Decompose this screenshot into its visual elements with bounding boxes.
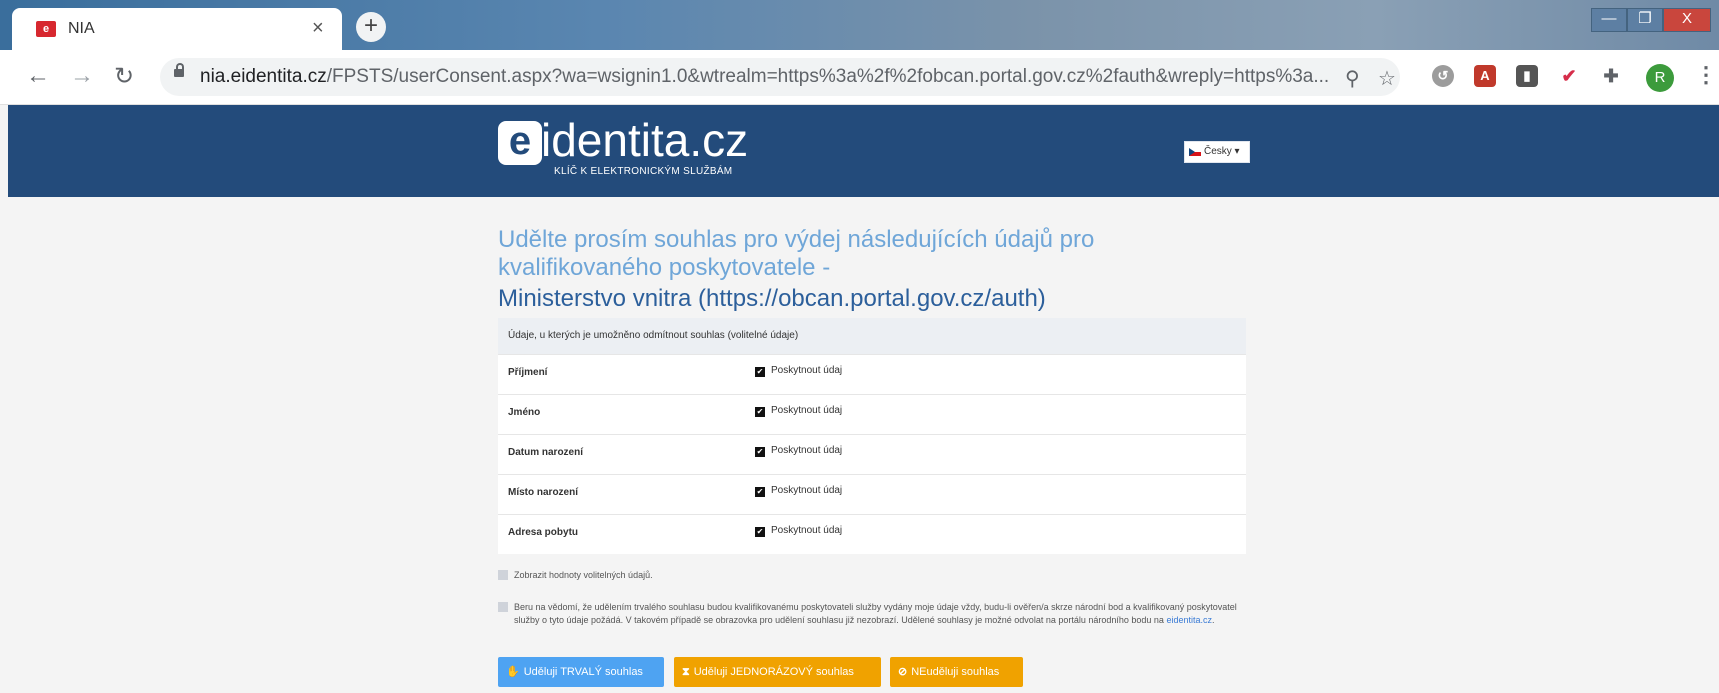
- permanent-consent-checkbox[interactable]: [498, 602, 508, 612]
- consent-note: Beru na vědomí, že udělením trvalého sou…: [514, 601, 1246, 627]
- consent-text: Beru na vědomí, že udělením trvalého sou…: [514, 602, 1237, 625]
- single-consent-label: Uděluji JEDNORÁZOVÝ souhlas: [693, 666, 854, 678]
- table-row: Adresa pobytu ✔ Poskytnout údaj: [498, 514, 1246, 554]
- browser-toolbar: ← → ↻ nia.eidentita.cz/FPSTS/userConsent…: [0, 50, 1719, 105]
- row-label: Datum narození: [508, 447, 584, 458]
- browser-tab-strip: e NIA × + — ❐ X: [0, 0, 1719, 50]
- table-header: Údaje, u kterých je umožněno odmítnout s…: [498, 318, 1246, 354]
- address-bar[interactable]: nia.eidentita.cz/FPSTS/userConsent.aspx?…: [160, 58, 1400, 96]
- pdf-extension-icon[interactable]: A: [1474, 65, 1496, 87]
- consent-end: .: [1211, 615, 1215, 625]
- minimize-button[interactable]: —: [1591, 8, 1627, 32]
- permanent-consent-label: Uděluji TRVALÝ souhlas: [523, 666, 643, 678]
- back-icon[interactable]: ←: [26, 62, 50, 90]
- handshake-icon: ✋: [506, 666, 520, 678]
- extension-panel-icon[interactable]: ▮: [1516, 65, 1538, 87]
- row-label: Místo narození: [508, 487, 579, 498]
- permanent-consent-button[interactable]: ✋ Uděluji TRVALÝ souhlas: [498, 657, 664, 687]
- table-row: Příjmení ✔ Poskytnout údaj: [498, 354, 1246, 394]
- optional-data-table: Údaje, u kterých je umožněno odmítnout s…: [498, 318, 1246, 554]
- language-label: Česky ▾: [1204, 146, 1240, 157]
- maximize-button[interactable]: ❐: [1627, 8, 1663, 32]
- row-label: Jméno: [508, 407, 541, 418]
- provide-checkbox[interactable]: ✔: [755, 447, 765, 457]
- profile-avatar[interactable]: R: [1646, 64, 1674, 92]
- url-text[interactable]: nia.eidentita.cz/FPSTS/userConsent.aspx?…: [200, 66, 1329, 88]
- browser-tab[interactable]: e NIA ×: [12, 8, 342, 50]
- window-close-button[interactable]: X: [1663, 8, 1711, 32]
- checkbox-label: Poskytnout údaj: [771, 405, 843, 416]
- provide-checkbox[interactable]: ✔: [755, 487, 765, 497]
- checkbox-label: Poskytnout údaj: [771, 525, 843, 536]
- forward-icon[interactable]: →: [70, 62, 94, 90]
- extensions-puzzle-icon[interactable]: ✚: [1600, 65, 1622, 87]
- pocket-extension-icon[interactable]: ✔: [1558, 65, 1580, 87]
- show-values-label: Zobrazit hodnoty volitelných údajů.: [514, 570, 653, 580]
- table-row: Jméno ✔ Poskytnout údaj: [498, 394, 1246, 434]
- tab-close-icon[interactable]: ×: [312, 17, 324, 40]
- checkbox-label: Poskytnout údaj: [771, 485, 843, 496]
- czech-flag-icon: [1189, 148, 1201, 156]
- reload-icon[interactable]: ↻: [114, 62, 134, 91]
- consent-heading: Udělte prosím souhlas pro výdej následuj…: [498, 226, 1095, 281]
- language-dropdown[interactable]: Česky ▾: [1184, 141, 1250, 163]
- bookmark-star-icon[interactable]: ☆: [1378, 66, 1396, 91]
- ban-icon: ⊘: [898, 666, 908, 678]
- checkbox-label: Poskytnout údaj: [771, 365, 843, 376]
- show-values-option: Zobrazit hodnoty volitelných údajů.: [498, 569, 1246, 582]
- deny-consent-button[interactable]: ⊘ NEuděluji souhlas: [890, 657, 1023, 687]
- hourglass-icon: ⧗: [682, 666, 690, 678]
- row-label: Adresa pobytu: [508, 527, 579, 538]
- checkbox-label: Poskytnout údaj: [771, 445, 843, 456]
- lock-icon: [174, 63, 184, 77]
- provider-name: Ministerstvo vnitra (https://obcan.porta…: [498, 285, 1046, 312]
- table-row: Místo narození ✔ Poskytnout údaj: [498, 474, 1246, 514]
- provide-checkbox[interactable]: ✔: [755, 407, 765, 417]
- url-path: /FPSTS/userConsent.aspx?wa=wsignin1.0&wt…: [326, 66, 1330, 87]
- tab-title: NIA: [68, 20, 95, 37]
- show-values-checkbox[interactable]: [498, 570, 508, 580]
- logo-tagline: KLÍČ K ELEKTRONICKÝM SLUŽBÁM: [554, 166, 733, 177]
- deny-consent-label: NEuděluji souhlas: [911, 666, 1000, 678]
- url-host: nia.eidentita.cz: [200, 66, 327, 87]
- row-label: Příjmení: [508, 367, 548, 378]
- logo-text[interactable]: identita.cz: [541, 117, 748, 163]
- provide-checkbox[interactable]: ✔: [755, 367, 765, 377]
- table-row: Datum narození ✔ Poskytnout údaj: [498, 434, 1246, 474]
- consent-heading-block: Udělte prosím souhlas pro výdej následuj…: [498, 226, 1246, 314]
- permanent-consent-option: Beru na vědomí, že udělením trvalého sou…: [498, 601, 1246, 627]
- extension-history-icon[interactable]: ↺: [1432, 65, 1454, 87]
- new-tab-button[interactable]: +: [356, 12, 386, 42]
- single-consent-button[interactable]: ⧗ Uděluji JEDNORÁZOVÝ souhlas: [674, 657, 881, 687]
- zoom-icon[interactable]: ⚲: [1345, 66, 1360, 91]
- eidentita-link[interactable]: eidentita.cz: [1166, 615, 1212, 625]
- site-header: e identita.cz KLÍČ K ELEKTRONICKÝM SLUŽB…: [8, 105, 1719, 197]
- eidentita-logo-icon[interactable]: e: [498, 121, 542, 165]
- nia-favicon-icon: e: [36, 21, 56, 37]
- browser-menu-icon[interactable]: ⋮: [1695, 62, 1717, 88]
- provide-checkbox[interactable]: ✔: [755, 527, 765, 537]
